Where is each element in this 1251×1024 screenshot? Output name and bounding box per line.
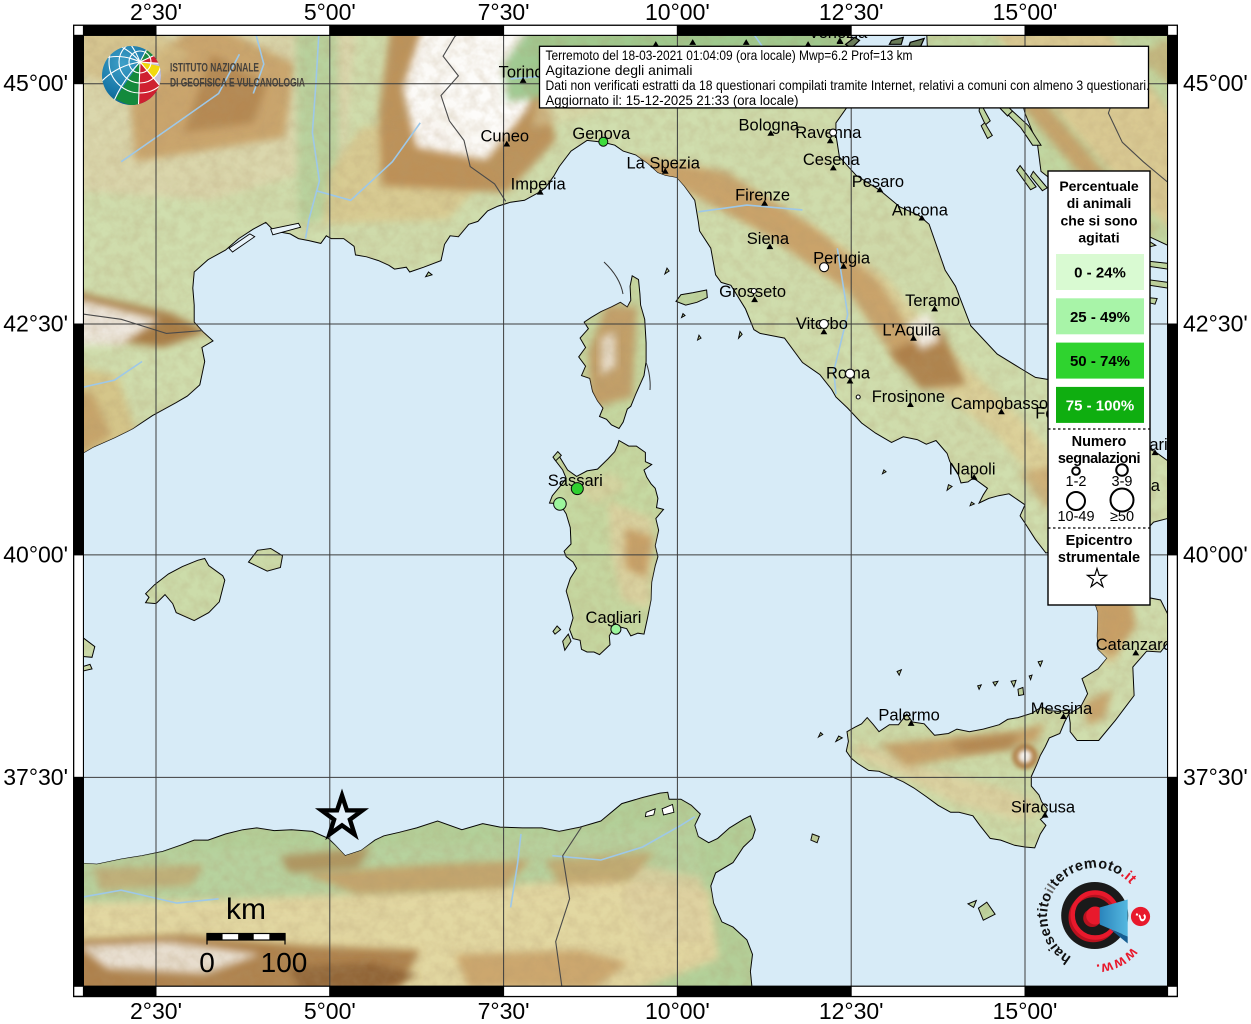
svg-text:Teramo: Teramo: [905, 292, 960, 310]
svg-text:1-2: 1-2: [1066, 474, 1087, 490]
svg-text:Firenze: Firenze: [735, 187, 790, 205]
svg-text:Imperia: Imperia: [511, 175, 567, 193]
svg-text:Dati non verificati estratti d: Dati non verificati estratti da 18 quest…: [546, 78, 1150, 93]
svg-text:40°00': 40°00': [1183, 541, 1248, 567]
svg-text:25 - 49%: 25 - 49%: [1070, 309, 1130, 326]
svg-text:Bologna: Bologna: [739, 117, 800, 135]
svg-text:15°00': 15°00': [993, 0, 1058, 25]
svg-text:10°00': 10°00': [645, 0, 710, 25]
svg-text:40°00': 40°00': [3, 541, 68, 567]
svg-text:di animali: di animali: [1067, 195, 1132, 211]
svg-text:Torino: Torino: [499, 64, 544, 82]
svg-text:0 - 24%: 0 - 24%: [1074, 265, 1126, 282]
svg-text:Messina: Messina: [1031, 700, 1093, 718]
svg-text:10°00': 10°00': [645, 998, 710, 1024]
svg-text:Terremoto del 18-03-2021 01:04: Terremoto del 18-03-2021 01:04:09 (ora l…: [546, 48, 913, 63]
svg-text:Cagliari: Cagliari: [586, 609, 642, 627]
svg-text:42°30': 42°30': [1183, 311, 1248, 337]
svg-text:37°30': 37°30': [3, 764, 68, 790]
svg-text:≥50: ≥50: [1110, 509, 1134, 525]
svg-text:DI GEOFISICA E VULCANOLOGIA: DI GEOFISICA E VULCANOLOGIA: [170, 76, 305, 90]
svg-text:segnalazioni: segnalazioni: [1058, 451, 1140, 467]
svg-text:42°30': 42°30': [3, 311, 68, 337]
svg-text:Siracusa: Siracusa: [1011, 798, 1076, 816]
svg-text:Siena: Siena: [747, 230, 790, 248]
svg-text:Catanzaro: Catanzaro: [1096, 636, 1172, 654]
svg-text:2°30': 2°30': [130, 0, 182, 25]
svg-text:10-49: 10-49: [1057, 509, 1094, 525]
svg-text:Percentuale: Percentuale: [1059, 178, 1139, 194]
svg-text:100: 100: [261, 947, 308, 978]
svg-text:45°00': 45°00': [3, 70, 68, 96]
svg-text:15°00': 15°00': [993, 998, 1058, 1024]
svg-text:La Spezia: La Spezia: [627, 155, 701, 173]
svg-text:75 - 100%: 75 - 100%: [1066, 397, 1134, 414]
svg-text:45°00': 45°00': [1183, 70, 1248, 96]
svg-text:Cesena: Cesena: [803, 151, 861, 169]
svg-text:km: km: [226, 893, 266, 926]
svg-text:3-9: 3-9: [1112, 474, 1133, 490]
svg-text:Cuneo: Cuneo: [480, 127, 529, 145]
svg-text:2°30': 2°30': [130, 998, 182, 1024]
svg-text:Pesaro: Pesaro: [852, 173, 904, 191]
svg-text:12°30': 12°30': [819, 0, 884, 25]
svg-text:Ravenna: Ravenna: [795, 124, 862, 142]
svg-text:0: 0: [199, 947, 215, 978]
svg-text:Agitazione degli animali: Agitazione degli animali: [546, 63, 693, 78]
svg-text:5°00': 5°00': [304, 0, 356, 25]
svg-text:Campobasso: Campobasso: [951, 395, 1048, 413]
svg-text:ISTITUTO NAZIONALE: ISTITUTO NAZIONALE: [170, 61, 259, 75]
svg-text:50 - 74%: 50 - 74%: [1070, 353, 1130, 370]
svg-text:37°30': 37°30': [1183, 764, 1248, 790]
svg-text:strumentale: strumentale: [1058, 550, 1140, 566]
svg-text:L'Aquila: L'Aquila: [882, 322, 941, 340]
svg-text:5°00': 5°00': [304, 998, 356, 1024]
svg-text:agitati: agitati: [1078, 230, 1119, 246]
svg-text:Napoli: Napoli: [949, 461, 996, 479]
svg-text:Epicentro: Epicentro: [1066, 533, 1133, 549]
svg-text:Numero: Numero: [1072, 434, 1127, 450]
svg-text:12°30': 12°30': [819, 998, 884, 1024]
svg-text:Ancona: Ancona: [892, 201, 949, 219]
svg-text:Palermo: Palermo: [878, 707, 939, 725]
svg-text:7°30': 7°30': [478, 0, 530, 25]
svg-text:7°30': 7°30': [478, 998, 530, 1024]
svg-text:Frosinone: Frosinone: [872, 388, 945, 406]
svg-text:che si sono: che si sono: [1060, 212, 1137, 228]
svg-text:Aggiornato il: 15-12-2025 21:3: Aggiornato il: 15-12-2025 21:33 (ora loc…: [546, 93, 799, 108]
